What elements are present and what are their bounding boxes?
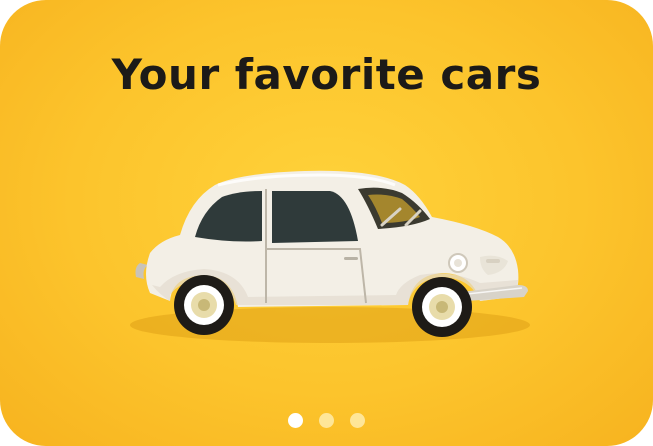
car-image xyxy=(130,170,530,343)
front-wheel xyxy=(412,277,472,337)
pagination-dot-2[interactable] xyxy=(319,413,334,428)
pagination-dot-1[interactable] xyxy=(288,413,303,428)
carousel-pagination xyxy=(0,413,653,431)
carousel-card[interactable]: Your favorite cars xyxy=(0,0,653,446)
pagination-dot-3[interactable] xyxy=(350,413,365,428)
rear-wheel xyxy=(174,275,234,335)
carousel-title: Your favorite cars xyxy=(111,50,542,99)
